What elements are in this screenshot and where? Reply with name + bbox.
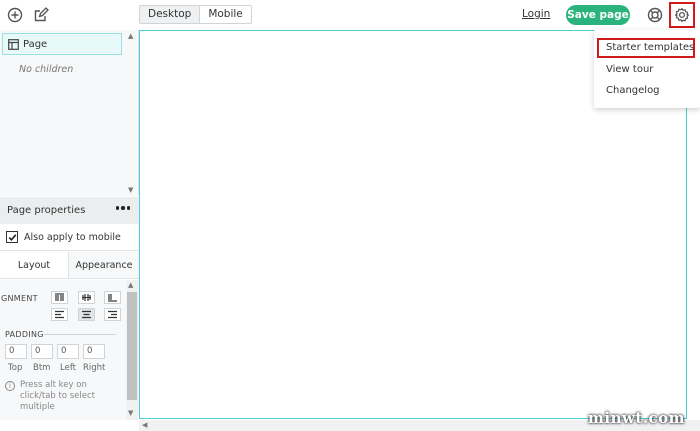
settings-button[interactable] — [669, 2, 695, 28]
settings-menu: Starter templates View tour Changelog — [594, 30, 700, 108]
info-icon: i — [5, 381, 15, 391]
align-center-icon — [82, 310, 91, 319]
padding-left-label: Left — [60, 363, 76, 373]
padding-top-label: Top — [8, 363, 23, 373]
scroll-up-arrow-icon[interactable]: ▲ — [128, 32, 133, 40]
padding-bottom-label: Btm — [33, 363, 51, 373]
padding-top-input[interactable]: 0 — [5, 344, 27, 359]
padding-right-label: Right — [83, 363, 106, 373]
properties-scrollbar[interactable]: ▲ ▼ — [126, 280, 138, 420]
align-left-icon — [55, 310, 64, 319]
tab-appearance[interactable]: Appearance — [69, 252, 139, 278]
tab-layout[interactable]: Layout — [0, 252, 69, 278]
lifebuoy-icon[interactable] — [645, 5, 665, 25]
alignment-label: GNMENT — [1, 294, 38, 303]
padding-bottom-input[interactable]: 0 — [31, 344, 53, 359]
plus-circle-icon[interactable] — [6, 6, 24, 24]
apply-mobile-label: Also apply to mobile — [24, 231, 121, 243]
top-toolbar: Desktop Mobile Login Save page — [0, 0, 700, 30]
align-top-icon — [55, 293, 64, 301]
align-bottom-button[interactable] — [104, 291, 121, 304]
view-mode-switch: Desktop Mobile — [139, 5, 252, 24]
apply-mobile-row[interactable]: Also apply to mobile — [0, 224, 139, 251]
scroll-down-arrow-icon[interactable]: ▼ — [128, 186, 133, 194]
mobile-tab[interactable]: Mobile — [200, 6, 250, 23]
layer-page[interactable]: Page — [2, 33, 122, 55]
align-right-button[interactable] — [104, 308, 121, 321]
gear-icon — [674, 7, 690, 23]
page-properties-header: Page properties — [0, 197, 139, 224]
page-properties-title: Page properties — [7, 205, 86, 216]
padding-label: PADDING — [5, 330, 44, 339]
menu-item-view-tour[interactable]: View tour — [606, 64, 653, 75]
align-center-button[interactable] — [78, 308, 95, 321]
layers-scrollbar[interactable]: ▲ ▼ — [126, 30, 138, 196]
padding-right-input[interactable]: 0 — [83, 344, 105, 359]
align-middle-button[interactable] — [78, 291, 95, 304]
login-link[interactable]: Login — [522, 8, 550, 20]
watermark: minwt.com — [588, 409, 686, 427]
align-middle-icon — [82, 294, 91, 301]
apply-mobile-checkbox[interactable] — [6, 231, 18, 243]
align-bottom-icon — [108, 294, 117, 302]
scroll-up-arrow-icon[interactable]: ▲ — [128, 281, 133, 289]
properties-tabs: Layout Appearance — [0, 252, 139, 279]
align-top-button[interactable] — [51, 291, 68, 304]
save-page-button[interactable]: Save page — [566, 5, 630, 25]
layer-page-label: Page — [23, 38, 48, 50]
menu-item-starter-templates[interactable]: Starter templates — [606, 42, 694, 53]
padding-left-input[interactable]: 0 — [57, 344, 79, 359]
scrollbar-thumb[interactable] — [127, 292, 137, 400]
layout-properties: GNMENT PADDING 0 0 0 0 Top Btm Left Righ… — [0, 280, 126, 420]
more-options-icon[interactable] — [115, 206, 130, 210]
edit-icon[interactable] — [32, 6, 50, 24]
scroll-down-arrow-icon[interactable]: ▼ — [128, 409, 133, 417]
layers-panel: Page No children — [0, 30, 139, 196]
align-left-button[interactable] — [51, 308, 68, 321]
padding-divider — [44, 334, 116, 335]
align-right-icon — [108, 310, 117, 319]
page-layout-icon — [8, 38, 19, 50]
desktop-tab[interactable]: Desktop — [140, 6, 201, 23]
multi-select-hint: Press alt key on click/tab to select mul… — [20, 380, 95, 412]
no-children-text: No children — [19, 64, 74, 75]
menu-item-changelog[interactable]: Changelog — [606, 85, 660, 96]
scroll-left-arrow-icon[interactable]: ◀ — [142, 421, 147, 429]
